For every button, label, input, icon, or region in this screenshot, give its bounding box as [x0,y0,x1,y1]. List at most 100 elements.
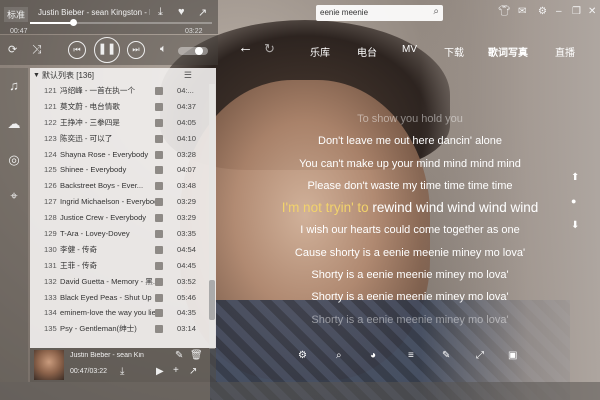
heart-icon[interactable]: ♥ [178,6,185,18]
shuffle-icon[interactable]: ⤨ [32,42,42,57]
tab-download[interactable]: 下载 [444,44,464,59]
tab-mv[interactable]: MV [402,44,417,55]
playlist-row[interactable]: 127 Ingrid Michaelson - Everybody 03:29 [30,194,216,210]
cloud-icon[interactable]: ☁ [6,116,22,132]
total-time: 03:22 [185,28,203,35]
download-icon[interactable]: ⤓ [120,366,124,377]
playlist-header[interactable]: ▼ 默认列表 [136] ☰ [30,68,216,83]
row-download-icon[interactable] [155,261,163,270]
row-download-icon[interactable] [155,309,163,318]
row-download-icon[interactable] [155,118,163,127]
row-download-icon[interactable] [155,150,163,159]
lyrics-dot-icon[interactable]: ● [571,196,576,206]
lyrics-down-arrow-icon[interactable]: ⬇ [571,220,579,231]
microphone-icon[interactable]: ✎ [442,350,450,361]
menu-icon[interactable]: ☰ [184,68,192,83]
share-icon[interactable]: ↗ [189,366,197,377]
row-download-icon[interactable] [155,87,163,95]
close-icon[interactable]: ✕ [588,6,596,17]
playlist-row[interactable]: 126 Backstreet Boys - Ever... 03:48 [30,178,216,194]
track-number: 123 [44,133,57,143]
playlist-row[interactable]: 131 王菲 - 传奇 04:45 [30,258,216,274]
play-icon[interactable]: ▶ [156,366,164,377]
download-icon[interactable]: ⤓ [158,6,163,19]
share-icon[interactable]: ↗ [198,6,207,19]
next-button[interactable]: ⏭ [127,41,145,59]
tab-live[interactable]: 直播 [555,44,575,59]
lyrics-up-arrow-icon[interactable]: ⬆ [571,172,579,183]
playlist-row[interactable]: 134 eminem-love the way you lie 04:35 [30,305,216,321]
settings-icon[interactable]: ⚙ [538,6,547,17]
row-download-icon[interactable] [155,293,163,302]
row-download-icon[interactable] [155,230,163,239]
playlist-row[interactable]: 133 Black Eyed Peas - Shut Up 05:46 [30,290,216,306]
minimize-icon[interactable]: – [556,6,562,17]
row-download-icon[interactable] [155,325,163,334]
collapse-arrow-icon[interactable]: ▼ [33,68,40,83]
playlist-row[interactable]: 128 Justice Crew - Everybody 03:29 [30,210,216,226]
playlist-row[interactable]: 124 Shayna Rose - Everybody 03:28 [30,147,216,163]
playlist-row[interactable]: 122 王挣冲 - 三拳四是 04:05 [30,115,216,131]
tab-radio[interactable]: 电台 [357,44,377,59]
restore-icon[interactable]: ❐ [572,6,581,17]
track-number: 124 [44,149,57,159]
tab-lyrics-photo[interactable]: 歌词写真 [488,44,528,59]
volume-slider[interactable] [178,47,208,55]
photo-icon[interactable]: ▣ [508,350,517,361]
previous-button[interactable]: ⏮ [68,41,86,59]
gear-icon[interactable]: ⚙ [298,350,307,361]
row-download-icon[interactable] [155,214,163,223]
track-duration: 03:48 [177,181,197,191]
album-cover[interactable] [34,350,64,380]
row-download-icon[interactable] [155,182,163,191]
lyrics-search-icon[interactable]: ⌕ [336,350,342,361]
add-icon[interactable]: + [173,365,179,376]
playlist-row[interactable]: 135 Psy - Gentleman(绅士) 03:14 [30,321,216,337]
back-arrow-icon[interactable]: ← [238,39,253,56]
row-download-icon[interactable] [155,277,163,286]
quality-button[interactable]: 标准 [4,7,29,22]
row-download-icon[interactable] [155,102,163,111]
playlist-row[interactable]: 129 T-Ara - Lovey-Dovey 03:35 [30,226,216,242]
volume-icon[interactable]: 🔈︎ [160,43,167,56]
playlist-row[interactable]: 125 Shinee - Everybody 04:07 [30,162,216,178]
search-icon[interactable]: ⌕ [433,6,439,17]
playback-controls: ⟳ ⤨ ⏮ ❚❚ ⏭ 🔈︎ [0,35,218,65]
progress-bar[interactable] [30,19,212,26]
row-download-icon[interactable] [155,166,163,175]
track-number: 126 [44,181,57,191]
align-lines-icon[interactable]: ≡ [408,350,414,361]
playlist-row[interactable]: 123 陈奕迅 - 可以了 04:10 [30,131,216,147]
playlist-row[interactable]: 132 David Guetta - Memory - 黑... 03:52 [30,274,216,290]
trash-icon[interactable]: 🗑︎ [190,350,203,361]
track-duration: 03:52 [177,276,197,286]
music-note-icon[interactable]: ♫ [6,78,22,94]
location-pin-icon[interactable]: ⌖ [6,188,22,204]
fullscreen-icon[interactable]: ⤢ [476,350,484,361]
playlist-row[interactable]: 121 莫文蔚 - 电台情歌 04:37 [30,99,216,115]
mail-icon[interactable]: ✉ [518,6,526,17]
playlist-scrollbar[interactable] [209,84,215,349]
skin-shirt-icon[interactable]: 👕︎ [498,6,511,17]
progress-knob[interactable] [69,19,77,26]
volume-knob[interactable] [194,47,203,55]
lyric-line: Shorty is a eenie meenie miney mo lova' [311,313,509,326]
repeat-icon[interactable]: ⟳ [8,43,17,56]
playlist-row[interactable]: 130 李健 - 传奇 04:54 [30,242,216,258]
search-input[interactable]: eenie meenie [320,8,368,17]
palette-icon[interactable]: ◕ [370,350,376,361]
radio-broadcast-icon[interactable]: ◎ [6,152,22,168]
tab-library[interactable]: 乐库 [310,44,330,59]
lyric-line: Don't leave me out here dancin' alone [318,135,502,148]
search-box[interactable]: eenie meenie ⌕ [316,5,443,21]
row-download-icon[interactable] [155,245,163,254]
row-download-icon[interactable] [155,134,163,143]
scrollbar-thumb[interactable] [209,280,215,320]
pause-button[interactable]: ❚❚ [94,37,120,63]
track-number: 125 [44,165,57,175]
row-download-icon[interactable] [155,198,163,207]
playlist-row[interactable]: 121 冯绍峰 - 一首在执一个 04:... [30,83,216,99]
track-number: 127 [44,197,57,207]
refresh-icon[interactable]: ↻ [264,41,275,57]
mic-icon[interactable]: ✎ [175,350,183,361]
